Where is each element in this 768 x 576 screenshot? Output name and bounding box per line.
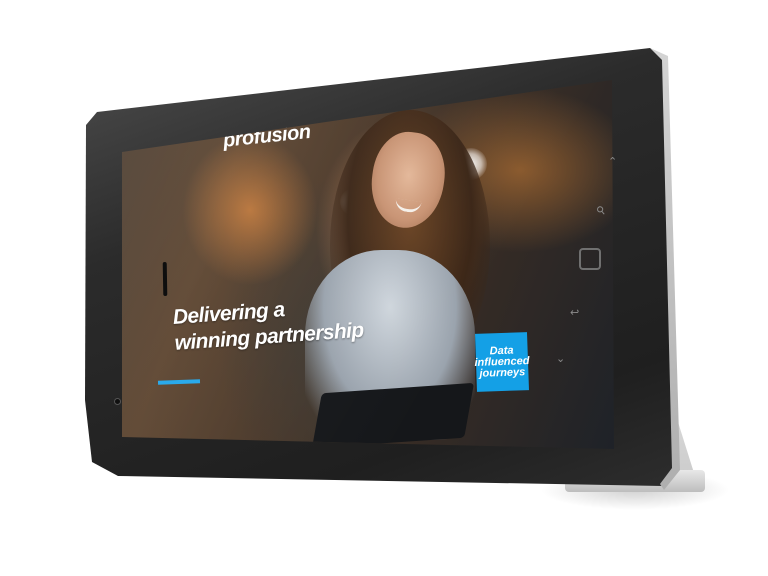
held-device — [311, 382, 475, 449]
badge-line-3: journeys — [479, 365, 526, 380]
product-photo: profusion Delivering a winning partnersh… — [0, 0, 768, 576]
home-button[interactable] — [579, 248, 601, 270]
journeys-badge: Data influenced journeys — [474, 332, 530, 392]
tablet: profusion Delivering a winning partnersh… — [0, 0, 768, 576]
back-icon[interactable]: ↩ — [570, 307, 579, 318]
chevron-down-icon[interactable]: ⌄ — [556, 353, 565, 364]
chevron-up-icon[interactable]: ⌃ — [608, 156, 617, 167]
accent-bar — [157, 379, 201, 385]
camera-icon — [114, 398, 121, 405]
speaker-grille — [162, 261, 168, 297]
